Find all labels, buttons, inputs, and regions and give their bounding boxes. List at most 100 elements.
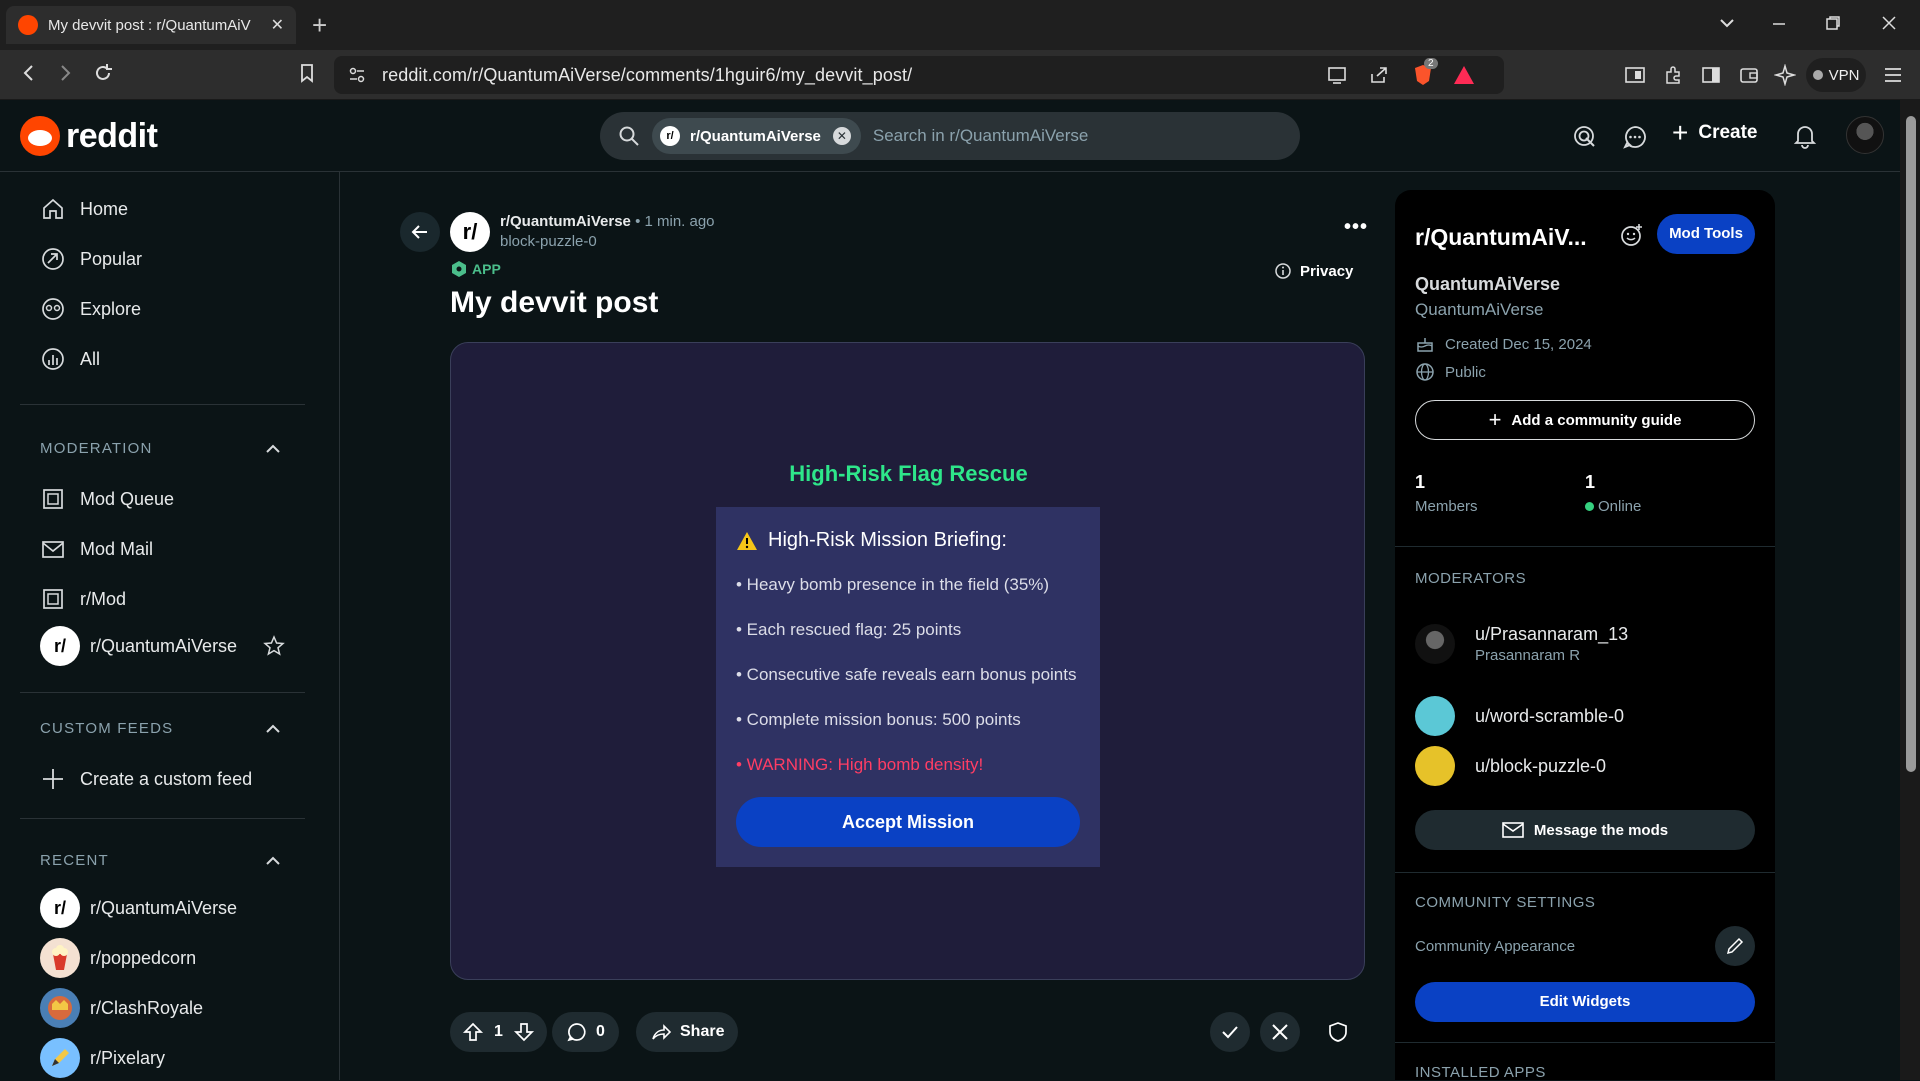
info-icon xyxy=(1275,263,1291,279)
collapse-chevron-icon[interactable] xyxy=(264,440,282,458)
back-button[interactable] xyxy=(400,212,440,252)
restore-icon[interactable] xyxy=(1824,14,1842,32)
vpn-button[interactable]: VPN xyxy=(1806,58,1866,92)
post-subreddit-avatar[interactable]: r/ xyxy=(450,212,490,252)
user-avatar[interactable] xyxy=(1846,116,1884,154)
mod-tools-button[interactable]: Mod Tools xyxy=(1657,214,1755,254)
cast-icon[interactable] xyxy=(1326,64,1348,86)
customize-avatar-icon[interactable] xyxy=(1619,222,1645,248)
privacy-button[interactable]: Privacy xyxy=(1274,262,1353,280)
split-view-icon[interactable] xyxy=(1700,64,1722,86)
sidebar-divider xyxy=(1395,872,1775,873)
favorite-star-icon[interactable] xyxy=(263,635,285,657)
search-scope-chip[interactable]: r/ r/QuantumAiVerse ✕ xyxy=(652,118,861,154)
arrow-left-icon xyxy=(411,225,427,239)
address-bar[interactable]: reddit.com/r/QuantumAiVerse/comments/1hg… xyxy=(334,56,1504,94)
collapse-chevron-icon[interactable] xyxy=(264,852,282,870)
search-input[interactable]: Search in r/QuantumAiVerse xyxy=(873,126,1088,146)
recent-quantumaiverse[interactable]: r/ r/QuantumAiVerse xyxy=(40,888,237,928)
share-page-icon[interactable] xyxy=(1368,64,1390,86)
clear-scope-icon[interactable]: ✕ xyxy=(832,127,851,145)
briefing-line: • Heavy bomb presence in the field (35%) xyxy=(736,575,1050,594)
app-badge-label: APP xyxy=(472,261,501,277)
nav-r-mod[interactable]: r/Mod xyxy=(40,586,126,612)
moderator-name: u/word-scramble-0 xyxy=(1475,705,1625,726)
edit-appearance-button[interactable] xyxy=(1715,926,1755,966)
new-tab-button[interactable]: + xyxy=(312,12,327,38)
plus-icon: + xyxy=(1488,407,1502,432)
nav-popular[interactable]: Popular xyxy=(40,246,142,272)
advertise-icon[interactable] xyxy=(1572,124,1598,150)
collapse-chevron-icon[interactable] xyxy=(264,720,282,738)
more-options-icon[interactable]: ••• xyxy=(1344,216,1368,239)
mod-shield-button[interactable] xyxy=(1318,1012,1358,1052)
nav-quantumaiverse[interactable]: r/ r/QuantumAiVerse xyxy=(40,626,285,666)
notifications-icon[interactable] xyxy=(1792,123,1818,149)
menu-icon[interactable] xyxy=(1882,64,1904,86)
scrollbar-thumb[interactable] xyxy=(1906,116,1916,772)
wallet-icon[interactable] xyxy=(1738,64,1760,86)
downvote-icon[interactable] xyxy=(513,1021,535,1043)
nav-mod-queue[interactable]: Mod Queue xyxy=(40,486,174,512)
reddit-favicon-icon xyxy=(18,15,38,35)
share-button[interactable]: Share xyxy=(636,1012,739,1052)
bookmark-icon[interactable] xyxy=(296,62,318,84)
sidebar-panel-icon[interactable] xyxy=(1624,64,1646,86)
site-settings-icon[interactable] xyxy=(348,66,366,84)
comment-count: 0 xyxy=(596,1023,605,1040)
browser-tab[interactable]: My devvit post : r/QuantumAiV ✕ xyxy=(6,6,296,44)
create-custom-feed[interactable]: Create a custom feed xyxy=(40,766,252,792)
message-mods-button[interactable]: Message the mods xyxy=(1415,810,1755,850)
moderators-header: MODERATORS xyxy=(1415,570,1527,587)
add-community-guide-button[interactable]: + Add a community guide xyxy=(1415,400,1755,440)
nav-home[interactable]: Home xyxy=(40,196,128,222)
approve-button[interactable] xyxy=(1210,1012,1250,1052)
create-button[interactable]: + Create xyxy=(1672,119,1758,147)
nav-all-label: All xyxy=(80,348,101,369)
chat-icon[interactable] xyxy=(1622,124,1648,150)
cake-icon xyxy=(1417,338,1433,352)
moderator-item[interactable]: u/word-scramble-0 xyxy=(1415,696,1624,736)
back-icon[interactable] xyxy=(18,62,40,84)
visibility-label: Public xyxy=(1445,363,1486,381)
comments-button[interactable]: 0 xyxy=(552,1012,619,1052)
moderator-item[interactable]: u/block-puzzle-0 xyxy=(1415,746,1606,786)
moderation-header[interactable]: MODERATION xyxy=(40,440,153,457)
remove-button[interactable] xyxy=(1260,1012,1300,1052)
recent-header[interactable]: RECENT xyxy=(40,852,109,869)
app-badge: APP xyxy=(450,260,501,278)
brave-rewards-icon[interactable] xyxy=(1452,64,1476,86)
subreddit-chip-avatar: r/ xyxy=(660,126,680,146)
post-author[interactable]: block-puzzle-0 xyxy=(500,232,715,252)
minimize-icon[interactable] xyxy=(1770,14,1788,32)
recent-clashroyale[interactable]: r/ClashRoyale xyxy=(40,988,203,1028)
nav-mod-mail[interactable]: Mod Mail xyxy=(40,536,153,562)
moderator-item[interactable]: u/Prasannaram_13 Prasannaram R xyxy=(1415,624,1628,664)
close-window-icon[interactable] xyxy=(1880,14,1898,32)
nav-explore[interactable]: Explore xyxy=(40,296,141,322)
extensions-icon[interactable] xyxy=(1662,64,1684,86)
pencil-icon xyxy=(1726,937,1744,955)
post-subreddit-link[interactable]: r/QuantumAiVerse xyxy=(500,213,631,230)
reddit-logo[interactable]: reddit xyxy=(20,116,158,156)
nav-all[interactable]: All xyxy=(40,346,100,372)
reload-icon[interactable] xyxy=(92,62,114,84)
all-icon xyxy=(40,346,80,372)
forward-icon[interactable] xyxy=(54,62,76,84)
search-icon xyxy=(618,125,640,147)
edit-widgets-button[interactable]: Edit Widgets xyxy=(1415,982,1755,1022)
accept-mission-button[interactable]: Accept Mission xyxy=(736,797,1080,847)
upvote-icon[interactable] xyxy=(462,1021,484,1043)
recent-pixelary[interactable]: r/Pixelary xyxy=(40,1038,165,1078)
post-time: • 1 min. ago xyxy=(635,213,715,230)
leo-ai-icon[interactable] xyxy=(1774,64,1796,86)
recent-poppedcorn[interactable]: r/poppedcorn xyxy=(40,938,196,978)
mod-queue-icon xyxy=(40,486,80,512)
briefing-header: High-Risk Mission Briefing: xyxy=(736,529,1007,552)
tab-close-icon[interactable]: ✕ xyxy=(271,15,284,35)
tab-search-chevron-icon[interactable] xyxy=(1718,14,1736,32)
community-name[interactable]: r/QuantumAiV... xyxy=(1415,224,1587,251)
custom-feeds-header[interactable]: CUSTOM FEEDS xyxy=(40,720,173,737)
search-bar[interactable]: r/ r/QuantumAiVerse ✕ Search in r/Quantu… xyxy=(600,112,1300,160)
browser-toolbar: reddit.com/r/QuantumAiVerse/comments/1hg… xyxy=(0,50,1920,100)
